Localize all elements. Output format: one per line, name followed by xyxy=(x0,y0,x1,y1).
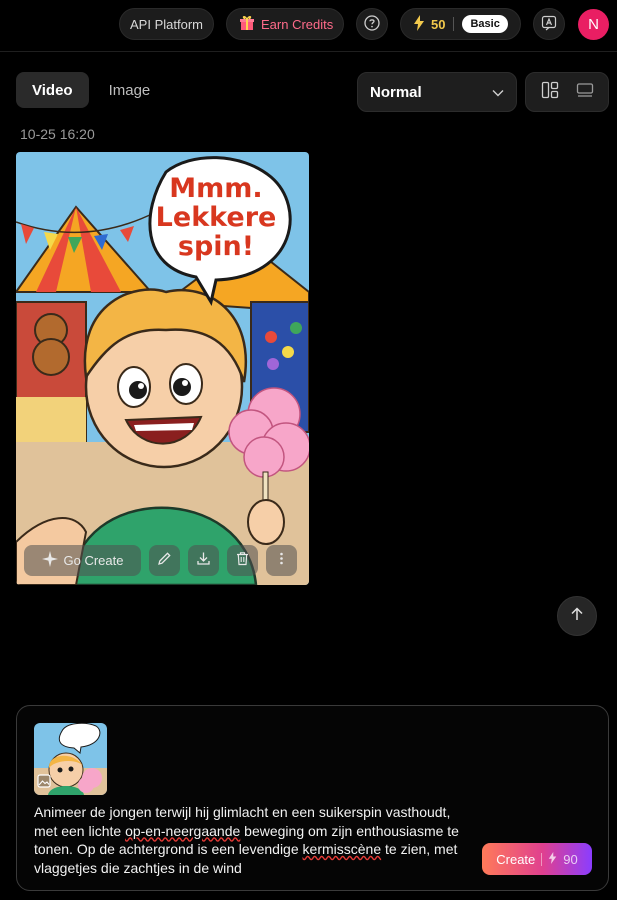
speech-line-1: Mmm. xyxy=(169,173,263,204)
download-icon xyxy=(196,551,211,571)
reference-image-thumbnail[interactable] xyxy=(34,723,107,795)
tab-video[interactable]: Video xyxy=(16,72,89,108)
lightning-icon xyxy=(413,14,425,34)
divider xyxy=(541,852,543,866)
scroll-to-top-button[interactable] xyxy=(557,596,597,636)
credits-badge[interactable]: 50 Basic xyxy=(400,8,521,40)
earn-credits-label: Earn Credits xyxy=(261,16,334,32)
question-icon xyxy=(364,14,380,34)
translate-icon xyxy=(541,15,557,34)
create-cost: 90 xyxy=(563,851,578,867)
trash-icon xyxy=(235,551,250,571)
go-create-label: Go Create xyxy=(63,553,124,568)
lightning-icon xyxy=(548,851,557,867)
misspelled-word: kermisscène xyxy=(302,841,382,857)
speech-bubble-text: Mmm. Lekkere spin! xyxy=(146,174,286,261)
api-platform-button[interactable]: API Platform xyxy=(119,8,214,40)
go-create-button[interactable]: Go Create xyxy=(24,545,141,576)
speech-line-2: Lekkere xyxy=(155,202,277,233)
download-button[interactable] xyxy=(188,545,219,576)
card-action-bar: Go Create xyxy=(24,545,297,576)
view-toggle xyxy=(525,72,609,112)
gift-icon xyxy=(239,15,255,34)
avatar-initial: N xyxy=(588,16,599,33)
quality-select[interactable]: Normal xyxy=(357,72,517,112)
create-button[interactable]: Create 90 xyxy=(482,843,592,875)
plan-badge: Basic xyxy=(462,15,508,33)
arrow-up-icon xyxy=(569,606,585,627)
help-button[interactable] xyxy=(356,8,388,40)
api-platform-label: API Platform xyxy=(130,16,203,32)
more-options-button[interactable] xyxy=(266,545,297,576)
generated-image-card[interactable]: Mmm. Lekkere spin! Go Create xyxy=(16,152,309,585)
tab-image[interactable]: Image xyxy=(93,72,167,108)
earn-credits-button[interactable]: Earn Credits xyxy=(226,8,344,40)
chevron-down-icon xyxy=(492,84,504,101)
misspelled-word: op-en-neergaande xyxy=(125,822,241,839)
delete-button[interactable] xyxy=(227,545,258,576)
prompt-text[interactable]: Animeer de jongen terwijl hij glimlacht … xyxy=(34,803,464,877)
edit-button[interactable] xyxy=(149,545,180,576)
avatar[interactable]: N xyxy=(578,9,609,40)
tab-video-label: Video xyxy=(32,81,73,99)
top-bar: API Platform Earn Credits 50 Basic N xyxy=(0,0,617,52)
sparkle-icon xyxy=(41,551,58,570)
quality-select-value: Normal xyxy=(370,83,422,101)
tab-image-label: Image xyxy=(108,81,151,99)
image-icon xyxy=(37,774,51,793)
credits-count: 50 xyxy=(431,16,446,32)
media-type-tabs: Video Image xyxy=(16,72,166,108)
divider xyxy=(453,17,455,31)
more-vertical-icon xyxy=(274,551,289,571)
prompt-composer: Animeer de jongen terwijl hij glimlacht … xyxy=(16,705,609,891)
pencil-icon xyxy=(157,551,172,571)
create-label: Create xyxy=(496,851,536,867)
speech-line-3: spin! xyxy=(177,231,255,262)
grid-layout-icon[interactable] xyxy=(541,81,559,104)
generation-timestamp: 10-25 16:20 xyxy=(20,126,95,142)
list-layout-icon[interactable] xyxy=(576,81,594,104)
translate-button[interactable] xyxy=(533,8,565,40)
